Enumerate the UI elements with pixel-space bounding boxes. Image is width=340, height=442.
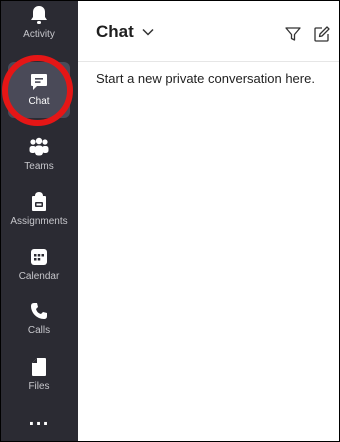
rail-item-calendar[interactable]: Calendar <box>0 240 78 294</box>
rail-item-label: Teams <box>24 161 54 172</box>
file-icon <box>28 356 50 378</box>
teams-window: Activity Chat Teams Assignments Calendar… <box>0 0 340 442</box>
phone-icon <box>28 300 50 322</box>
rail-item-teams[interactable]: Teams <box>0 130 78 184</box>
more-icon: ... <box>28 410 50 429</box>
chat-pane: Chat Start a new private conversation he… <box>78 0 340 442</box>
assignments-icon <box>28 191 50 213</box>
calendar-icon <box>28 246 50 268</box>
new-chat-icon[interactable] <box>313 25 331 43</box>
rail-item-chat[interactable]: Chat <box>8 62 70 118</box>
chevron-down-icon[interactable] <box>141 24 155 38</box>
rail-item-label: Chat <box>28 96 50 107</box>
chat-icon <box>28 71 50 93</box>
page-title: Chat <box>96 22 134 41</box>
rail-item-label: Calendar <box>18 271 60 282</box>
rail-item-assignments[interactable]: Assignments <box>0 185 78 239</box>
rail-item-label: Assignments <box>10 216 68 227</box>
rail-item-calls[interactable]: Calls <box>0 294 78 348</box>
rail-item-files[interactable]: Files <box>0 350 78 404</box>
rail-item-activity[interactable]: Activity <box>0 0 78 54</box>
filter-icon[interactable] <box>284 25 302 43</box>
rail-item-label: Files <box>28 381 50 392</box>
app-bar: Activity Chat Teams Assignments Calendar… <box>0 0 78 442</box>
bell-icon <box>28 4 50 26</box>
chat-header: Chat <box>78 0 340 62</box>
rail-item-label: Calls <box>27 325 51 336</box>
more-apps-button[interactable]: ... <box>0 408 78 438</box>
rail-item-label: Activity <box>23 29 55 40</box>
empty-state-message: Start a new private conversation here. <box>96 71 315 86</box>
teams-icon <box>28 136 50 158</box>
